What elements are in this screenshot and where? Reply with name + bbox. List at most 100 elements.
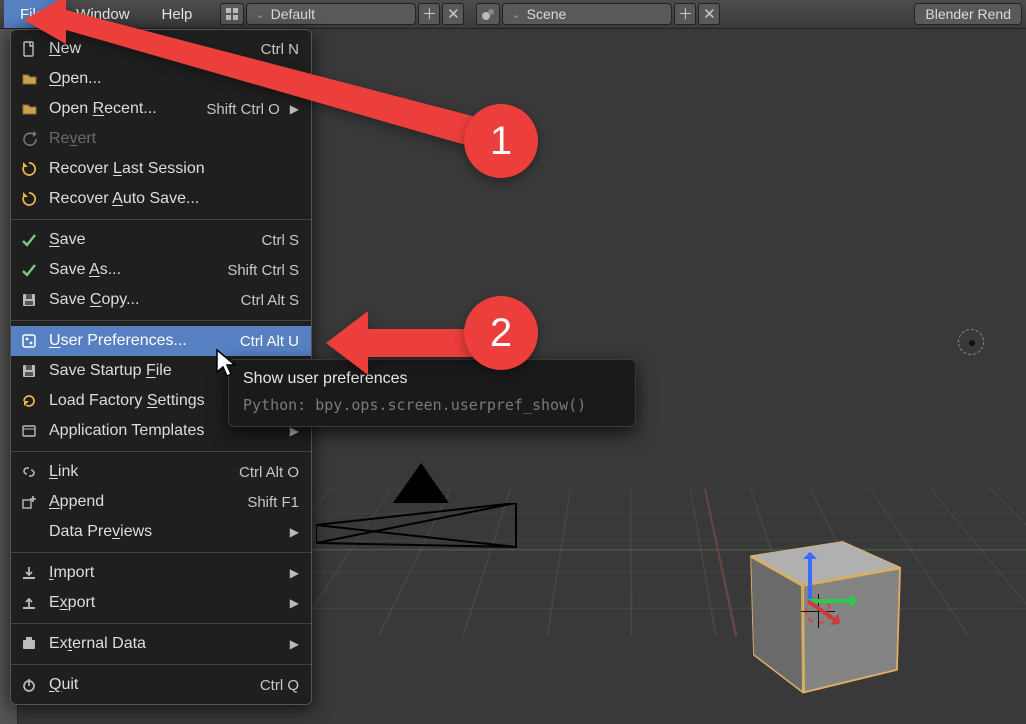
layout-grid-icon[interactable] xyxy=(220,3,244,25)
close-icon: ✕ xyxy=(447,7,460,22)
revert-icon xyxy=(19,129,39,149)
menu-item-label: Save xyxy=(49,231,252,249)
file-menu-item-5[interactable]: Recover Auto Save... xyxy=(11,184,311,214)
menu-file-label: File xyxy=(20,6,44,23)
chevron-right-icon: ▶ xyxy=(290,525,299,539)
layout-dropdown-label: Default xyxy=(271,6,315,22)
menu-item-label: Link xyxy=(49,463,229,481)
plus-icon: ＋ xyxy=(678,7,693,22)
menu-help[interactable]: Help xyxy=(146,0,209,28)
menu-item-label: Save Copy... xyxy=(49,291,231,309)
scene-add-button[interactable]: ＋ xyxy=(674,3,696,25)
tooltip-python: Python: bpy.ops.screen.userpref_show() xyxy=(243,396,621,414)
menu-item-label: External Data xyxy=(49,635,280,653)
menu-item-label: Data Previews xyxy=(49,523,280,541)
template-icon xyxy=(19,421,39,441)
external-icon xyxy=(19,634,39,654)
menu-item-shortcut: Ctrl N xyxy=(261,41,299,58)
none xyxy=(19,522,39,542)
scene-dropdown-label: Scene xyxy=(527,6,567,22)
renderer-dropdown-label: Blender Rend xyxy=(925,6,1011,22)
file-menu-item-8[interactable]: Save Copy... Ctrl Alt S xyxy=(11,285,311,315)
renderer-dropdown[interactable]: Blender Rend xyxy=(914,3,1022,25)
menu-separator xyxy=(11,219,311,220)
menu-window-label: Window xyxy=(76,6,129,23)
menu-separator xyxy=(11,552,311,553)
layout-selector-group: ⌄ Default ＋ ✕ xyxy=(220,3,464,25)
recover-icon xyxy=(19,159,39,179)
menu-item-label: New xyxy=(49,40,251,58)
scene-remove-button[interactable]: ✕ xyxy=(698,3,720,25)
menu-item-shortcut: Ctrl S xyxy=(262,232,300,249)
scene-dropdown[interactable]: ⌄ Scene xyxy=(502,3,672,25)
file-menu-item-13[interactable]: Link Ctrl Alt O xyxy=(11,457,311,487)
chevron-right-icon: ▶ xyxy=(290,637,299,651)
power-icon xyxy=(19,675,39,695)
lamp-object xyxy=(958,329,984,355)
layout-add-button[interactable]: ＋ xyxy=(418,3,440,25)
menu-item-label: Save As... xyxy=(49,261,217,279)
tooltip: Show user preferences Python: bpy.ops.sc… xyxy=(228,359,636,427)
menu-file[interactable]: File xyxy=(4,0,60,28)
folder-icon xyxy=(19,69,39,89)
plus-icon: ＋ xyxy=(422,7,437,22)
scene-icon[interactable] xyxy=(476,3,500,25)
file-menu-item-16[interactable]: Import ▶ xyxy=(11,558,311,588)
append-icon xyxy=(19,492,39,512)
file-menu-item-14[interactable]: AppendShift F1 xyxy=(11,487,311,517)
file-menu-item-0[interactable]: New Ctrl N xyxy=(11,34,311,64)
factory-icon xyxy=(19,391,39,411)
menu-item-shortcut: Ctrl Alt S xyxy=(241,292,299,309)
menu-item-shortcut: Shift F1 xyxy=(247,494,299,511)
menubar: File Window Help xyxy=(4,0,208,28)
check-icon xyxy=(19,260,39,280)
scene-selector-group: ⌄ Scene ＋ ✕ xyxy=(476,3,720,25)
menu-item-shortcut: Ctrl Alt U xyxy=(240,333,299,350)
menu-help-label: Help xyxy=(162,6,193,23)
file-menu-item-7[interactable]: Save As... Shift Ctrl S xyxy=(11,255,311,285)
menu-item-label: Import xyxy=(49,564,280,582)
layout-dropdown[interactable]: ⌄ Default xyxy=(246,3,416,25)
tooltip-title: Show user preferences xyxy=(243,370,621,388)
menu-item-shortcut: Ctrl Q xyxy=(260,677,299,694)
menu-item-label: Recover Last Session xyxy=(49,160,299,178)
check-icon xyxy=(19,230,39,250)
menu-item-shortcut: Shift Ctrl O xyxy=(206,101,279,118)
menu-item-label: Save Startup File xyxy=(49,362,251,380)
folder-icon xyxy=(19,99,39,119)
file-menu-item-9[interactable]: User Preferences... Ctrl Alt U xyxy=(11,326,311,356)
menu-item-label: Open... xyxy=(49,70,250,88)
menu-item-label: Quit xyxy=(49,676,250,694)
app-header: File Window Help ⌄ Default ＋ ✕ ⌄ Scene ＋… xyxy=(0,0,1026,29)
disk-icon xyxy=(19,361,39,381)
file-menu-item-18[interactable]: External Data ▶ xyxy=(11,629,311,659)
menu-item-label: User Preferences... xyxy=(49,332,230,350)
disk-icon xyxy=(19,290,39,310)
export-icon xyxy=(19,593,39,613)
doc-icon xyxy=(19,39,39,59)
menu-item-label: Export xyxy=(49,594,280,612)
chevron-right-icon: ▶ xyxy=(290,596,299,610)
file-menu-item-19[interactable]: Quit Ctrl Q xyxy=(11,670,311,700)
menu-item-label: Recover Auto Save... xyxy=(49,190,299,208)
menu-item-shortcut: Ctrl O xyxy=(260,71,299,88)
file-menu-item-1[interactable]: Open... Ctrl O xyxy=(11,64,311,94)
menu-separator xyxy=(11,320,311,321)
file-menu-item-17[interactable]: Export ▶ xyxy=(11,588,311,618)
menu-window[interactable]: Window xyxy=(60,0,145,28)
layout-remove-button[interactable]: ✕ xyxy=(442,3,464,25)
file-menu-item-2[interactable]: Open Recent...Shift Ctrl O▶ xyxy=(11,94,311,124)
menu-separator xyxy=(11,451,311,452)
menu-item-shortcut: Ctrl Alt O xyxy=(239,464,299,481)
file-menu-item-4[interactable]: Recover Last Session xyxy=(11,154,311,184)
menu-separator xyxy=(11,664,311,665)
menu-item-shortcut: Shift Ctrl S xyxy=(227,262,299,279)
recover-icon xyxy=(19,189,39,209)
chevron-right-icon: ▶ xyxy=(290,102,299,116)
file-menu-item-15[interactable]: Data Previews ▶ xyxy=(11,517,311,547)
link-icon xyxy=(19,462,39,482)
close-icon: ✕ xyxy=(703,7,716,22)
file-menu-item-6[interactable]: Save Ctrl S xyxy=(11,225,311,255)
3d-cursor-icon xyxy=(805,598,831,624)
chevron-right-icon: ▶ xyxy=(290,566,299,580)
